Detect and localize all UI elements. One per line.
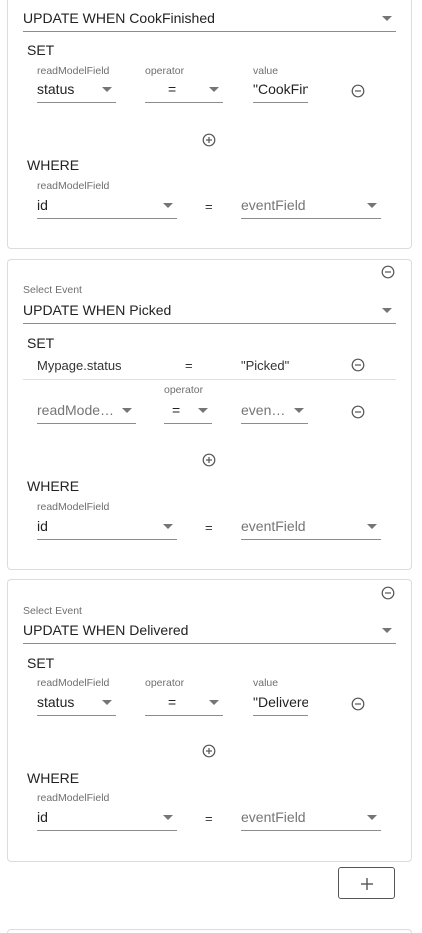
chevron-down-icon bbox=[367, 203, 377, 208]
where-event-field-select[interactable]: eventField bbox=[241, 516, 381, 540]
chevron-down-icon bbox=[198, 408, 208, 413]
select-event-label: Select Event bbox=[23, 0, 82, 3]
chevron-down-icon bbox=[102, 87, 112, 92]
event-select-value: UPDATE WHEN CookFinished bbox=[23, 10, 215, 26]
set-static-field: Mypage.status bbox=[37, 358, 122, 373]
chevron-down-icon bbox=[382, 628, 392, 633]
minus-circle-icon bbox=[381, 586, 395, 600]
minus-circle-icon bbox=[381, 265, 395, 279]
event-card-picked: Select Event UPDATE WHEN Picked SET Mypa… bbox=[7, 259, 412, 570]
value-input[interactable]: "Delivered" bbox=[253, 692, 308, 716]
add-set-row-button[interactable] bbox=[202, 744, 216, 758]
where-title: WHERE bbox=[27, 770, 80, 786]
divider bbox=[23, 379, 396, 380]
set-title: SET bbox=[27, 655, 55, 671]
chevron-down-icon bbox=[367, 815, 377, 820]
where-title: WHERE bbox=[27, 157, 80, 173]
event-select[interactable]: UPDATE WHEN Delivered bbox=[23, 620, 396, 644]
chevron-down-icon bbox=[163, 524, 173, 529]
event-card-cookfinished: Select Event UPDATE WHEN CookFinished SE… bbox=[7, 0, 412, 249]
remove-set-row-button[interactable] bbox=[351, 84, 365, 98]
where-event-field-select[interactable]: eventField bbox=[241, 195, 381, 219]
add-event-button[interactable]: + bbox=[338, 867, 395, 899]
plus-circle-icon bbox=[202, 744, 216, 758]
operator-select[interactable]: = bbox=[145, 79, 223, 103]
operator-label: operator bbox=[164, 384, 204, 396]
chevron-down-icon bbox=[294, 408, 304, 413]
add-set-row-button[interactable] bbox=[202, 133, 216, 147]
plus-circle-icon bbox=[202, 133, 216, 147]
minus-circle-icon bbox=[351, 84, 365, 98]
operator-select[interactable]: = bbox=[164, 400, 212, 424]
where-event-field-select[interactable]: eventField bbox=[241, 807, 381, 831]
chevron-down-icon bbox=[163, 815, 173, 820]
chevron-down-icon bbox=[209, 87, 219, 92]
event-select-value: UPDATE WHEN Delivered bbox=[23, 622, 189, 638]
chevron-down-icon bbox=[382, 308, 392, 313]
remove-card-button[interactable] bbox=[381, 265, 395, 279]
event-select[interactable]: UPDATE WHEN CookFinished bbox=[23, 8, 396, 32]
where-title: WHERE bbox=[27, 478, 80, 494]
read-model-field-label: readModelField bbox=[37, 65, 110, 77]
where-field-select[interactable]: id bbox=[37, 195, 177, 219]
set-static-operator: = bbox=[185, 358, 193, 373]
remove-card-button[interactable] bbox=[381, 586, 395, 600]
chevron-down-icon bbox=[382, 16, 392, 21]
select-event-label: Select Event bbox=[23, 284, 82, 296]
set-field-select[interactable]: status bbox=[37, 79, 116, 103]
minus-circle-icon bbox=[351, 358, 365, 372]
equals-sign: = bbox=[205, 811, 213, 826]
chevron-down-icon bbox=[122, 408, 132, 413]
read-model-field-label: readModelField bbox=[37, 180, 110, 192]
add-set-row-button[interactable] bbox=[202, 453, 216, 467]
operator-label: operator bbox=[145, 677, 185, 689]
chevron-down-icon bbox=[209, 700, 219, 705]
chevron-down-icon bbox=[367, 524, 377, 529]
remove-set-row-button[interactable] bbox=[351, 405, 365, 419]
event-card-delivered: Select Event UPDATE WHEN Delivered SET r… bbox=[7, 579, 412, 862]
value-label: value bbox=[253, 65, 279, 77]
value-select[interactable]: eventField bbox=[241, 400, 308, 424]
set-title: SET bbox=[27, 335, 55, 351]
remove-set-static-button[interactable] bbox=[351, 358, 365, 372]
where-field-select[interactable]: id bbox=[37, 807, 177, 831]
set-static-value: "Picked" bbox=[241, 358, 290, 373]
set-title: SET bbox=[27, 42, 55, 58]
equals-sign: = bbox=[205, 199, 213, 214]
read-model-field-label: readModelField bbox=[37, 501, 110, 513]
set-field-select[interactable]: status bbox=[37, 692, 116, 716]
event-card-next bbox=[7, 929, 412, 933]
equals-sign: = bbox=[205, 520, 213, 535]
operator-label: operator bbox=[145, 65, 185, 77]
chevron-down-icon bbox=[102, 700, 112, 705]
event-select-value: UPDATE WHEN Picked bbox=[23, 302, 172, 318]
select-event-label: Select Event bbox=[23, 605, 82, 617]
minus-circle-icon bbox=[351, 405, 365, 419]
where-field-select[interactable]: id bbox=[37, 516, 177, 540]
plus-icon bbox=[361, 878, 373, 890]
set-field-select[interactable]: readModelField bbox=[37, 400, 136, 424]
minus-circle-icon bbox=[351, 697, 365, 711]
chevron-down-icon bbox=[163, 203, 173, 208]
value-input[interactable]: "CookFinished" bbox=[253, 79, 308, 103]
remove-set-row-button[interactable] bbox=[351, 697, 365, 711]
plus-circle-icon bbox=[202, 453, 216, 467]
value-label: value bbox=[253, 677, 279, 689]
event-select[interactable]: UPDATE WHEN Picked bbox=[23, 300, 396, 324]
read-model-field-label: readModelField bbox=[37, 792, 110, 804]
operator-select[interactable]: = bbox=[145, 692, 223, 716]
read-model-field-label: readModelField bbox=[37, 677, 110, 689]
